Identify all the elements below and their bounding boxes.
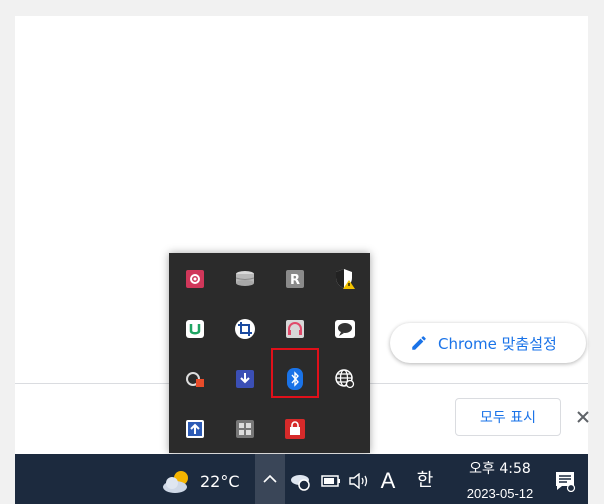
ime-mode-indicator[interactable]: A [376, 464, 400, 498]
chrome-customize-label: Chrome 맞춤설정 [438, 334, 557, 353]
chrome-customize-button[interactable]: Chrome 맞춤설정 [390, 323, 586, 363]
cloud-sync-icon[interactable] [170, 354, 220, 404]
green-u-app-icon[interactable] [170, 304, 220, 354]
database-icon[interactable] [220, 254, 270, 304]
clock-time: 오후 4:58 [469, 461, 531, 477]
headset-icon[interactable] [270, 304, 320, 354]
weather-temperature[interactable]: 22°C [200, 466, 240, 496]
gear-app-icon[interactable] [170, 254, 220, 304]
speaker-volume-icon[interactable] [346, 466, 372, 496]
svg-text:R: R [290, 273, 300, 288]
show-hidden-icons-button[interactable] [255, 454, 285, 504]
chat-bubble-icon[interactable] [320, 304, 370, 354]
show-all-button[interactable]: 모두 표시 [455, 398, 561, 436]
upload-app-icon[interactable] [170, 404, 220, 454]
crop-tool-icon[interactable] [220, 304, 270, 354]
onedrive-sync-icon[interactable] [287, 466, 315, 496]
red-lock-app-icon[interactable] [270, 404, 320, 454]
globe-settings-icon[interactable] [320, 354, 370, 404]
chevron-up-icon [263, 474, 277, 483]
battery-icon[interactable] [318, 466, 344, 496]
security-shield-warning-icon[interactable] [320, 254, 370, 304]
pencil-icon [412, 336, 426, 350]
grid-app-icon[interactable] [220, 404, 270, 454]
r-app-icon[interactable]: R [270, 254, 320, 304]
download-app-icon[interactable] [220, 354, 270, 404]
weather-partly-cloudy-icon[interactable] [160, 462, 194, 500]
notification-center-icon[interactable] [552, 464, 578, 498]
clock[interactable]: 오후 4:58 2023-05-12 [450, 456, 550, 504]
close-icon[interactable] [572, 404, 594, 430]
hangul-input-indicator[interactable]: 한 [410, 464, 440, 494]
clock-date: 2023-05-12 [466, 486, 534, 501]
bluetooth-highlight-box [271, 348, 319, 398]
